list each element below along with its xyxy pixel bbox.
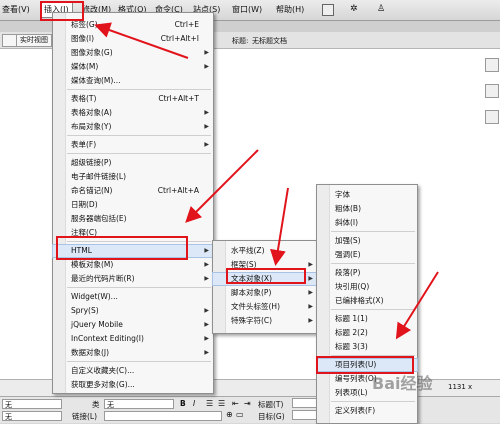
arrow-to-text-object xyxy=(270,187,289,266)
annotation-arrows xyxy=(94,22,439,340)
arrow-to-unordered-list xyxy=(395,271,439,340)
arrow-to-html xyxy=(185,149,259,223)
arrow-to-insert xyxy=(94,22,189,59)
